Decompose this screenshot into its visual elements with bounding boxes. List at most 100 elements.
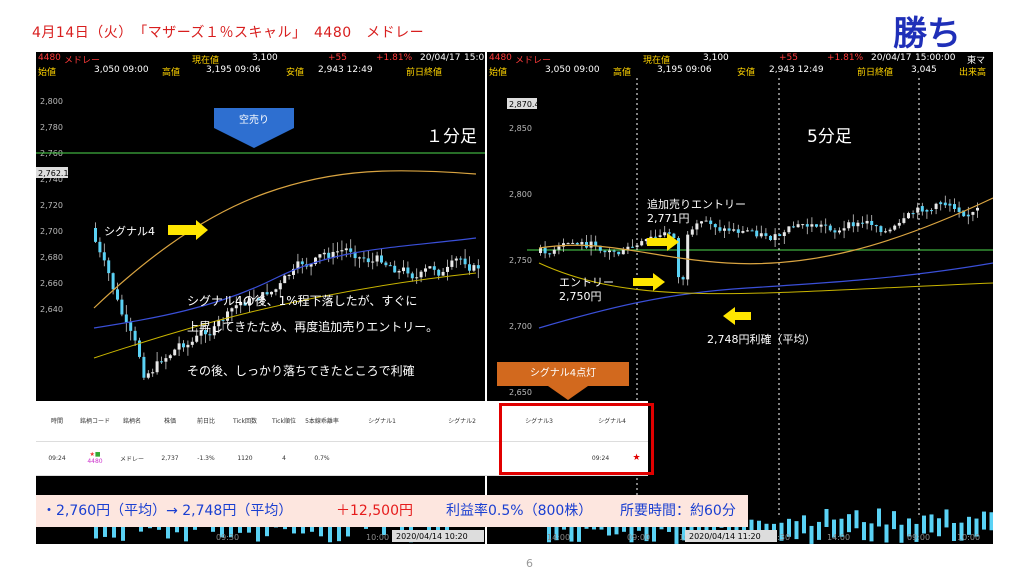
right-candle	[957, 207, 961, 212]
row-change: -1.3%	[188, 441, 224, 476]
right-low: 2,943 12:49	[769, 65, 824, 75]
right-volume-label: 出来高	[959, 68, 987, 78]
left-y-tick: 2,660	[40, 279, 63, 288]
right-volume-bar	[922, 515, 926, 534]
right-time: 15:00:00	[915, 53, 956, 63]
col-name: 銘柄名	[112, 401, 152, 442]
left-candle	[450, 260, 454, 267]
right-candle	[548, 253, 552, 255]
add-entry-price: 2,771円	[647, 212, 690, 225]
left-ma-mid	[93, 272, 477, 359]
right-candle	[856, 222, 860, 227]
exit-label: 2,748円利確（平均）	[707, 332, 816, 346]
right-candle	[690, 229, 694, 235]
right-volume-bar	[982, 511, 986, 530]
right-high-label: 高値	[613, 68, 632, 78]
left-y-tick: 2,720	[40, 201, 63, 210]
right-candle	[736, 229, 740, 233]
left-candle	[441, 271, 445, 276]
signal4-callout: シグナル4点灯	[497, 362, 629, 386]
left-candle	[375, 255, 379, 262]
right-candle	[782, 232, 786, 237]
right-volume-bar	[824, 508, 829, 527]
right-prev-label: 前日終値	[857, 68, 894, 78]
left-candle	[327, 252, 331, 258]
left-candle	[116, 289, 119, 300]
left-candle	[142, 356, 146, 378]
left-candle	[380, 255, 383, 263]
left-datetime: 20/04/17	[420, 53, 461, 63]
left-price-marker: 2,762.1	[38, 169, 69, 178]
right-candle	[585, 242, 588, 248]
left-y-tick: 2,680	[40, 253, 63, 262]
col-time: 時間	[36, 401, 78, 442]
note-line-2: 上昇してきたため、再度追加売りエントリー。	[187, 320, 439, 334]
right-volume-bar	[817, 521, 821, 540]
right-candle	[916, 207, 920, 213]
row-deviation: 0.7%	[302, 441, 342, 476]
left-high-label: 高値	[162, 68, 181, 78]
right-volume-bar	[989, 512, 993, 531]
left-candle	[424, 268, 427, 272]
signal4-highlight-box	[499, 403, 654, 475]
right-current: 3,100	[703, 53, 729, 63]
right-candle	[796, 224, 800, 228]
summary-duration: 所要時間：約60分	[620, 503, 736, 519]
right-candle	[663, 232, 667, 236]
right-ma-long	[538, 262, 993, 329]
left-candle	[366, 258, 370, 263]
right-change-pct: +1.81%	[827, 53, 864, 63]
right-candle	[884, 231, 887, 233]
left-candle	[406, 267, 410, 274]
left-candle	[322, 252, 326, 255]
left-code: 4480	[38, 53, 61, 63]
left-open-label: 始値	[38, 68, 57, 78]
row-sig1b	[382, 441, 422, 476]
left-candle	[468, 264, 471, 271]
right-candle	[713, 224, 717, 228]
left-cursor-time: 2020/04/14 10:20	[396, 532, 468, 541]
right-candle	[870, 220, 874, 225]
left-candle	[124, 314, 128, 323]
right-candle	[943, 202, 947, 206]
left-candle	[402, 267, 405, 272]
right-candle	[888, 229, 892, 232]
row-sig1a	[342, 441, 382, 476]
right-candle	[773, 234, 777, 241]
right-candle	[575, 242, 579, 245]
right-candle	[805, 224, 809, 227]
right-candle	[847, 222, 851, 229]
left-candle	[186, 344, 190, 348]
col-tick-rank: Tick順位	[266, 401, 302, 442]
slide: 4月14日（火） 「マザーズ１％スキャル」 4480 メドレー 勝ち 4480 …	[0, 0, 1024, 576]
left-candle	[98, 241, 102, 253]
right-candle	[631, 246, 634, 248]
right-volume-bar	[952, 522, 956, 541]
right-candle	[778, 234, 782, 237]
row-time: 09:24	[36, 441, 78, 476]
left-current: 3,100	[252, 53, 278, 63]
left-time-cut: 15:0	[464, 53, 485, 63]
left-candle	[278, 283, 282, 290]
left-candle	[94, 228, 97, 242]
right-candle	[828, 225, 832, 231]
right-candle	[934, 203, 938, 209]
right-candle	[953, 204, 956, 209]
col-change: 前日比	[188, 401, 224, 442]
right-volume-bar	[674, 525, 679, 544]
left-candle	[446, 266, 449, 272]
right-x-tick: 14:00	[547, 533, 570, 542]
left-candle	[349, 248, 353, 252]
right-candle	[658, 235, 662, 237]
right-candle	[723, 228, 726, 231]
right-volume-bar	[854, 510, 859, 529]
note-line-1: シグナル4の後、1%程下落したが、すぐに	[187, 294, 418, 308]
left-candle	[318, 254, 322, 258]
right-candle	[787, 226, 791, 233]
left-candle	[388, 265, 392, 267]
right-high: 3,195 09:06	[657, 65, 712, 75]
left-candle	[472, 265, 476, 271]
row-sig2a	[422, 441, 462, 476]
left-candle	[437, 269, 441, 276]
right-x-tick: 09:00	[907, 533, 930, 542]
